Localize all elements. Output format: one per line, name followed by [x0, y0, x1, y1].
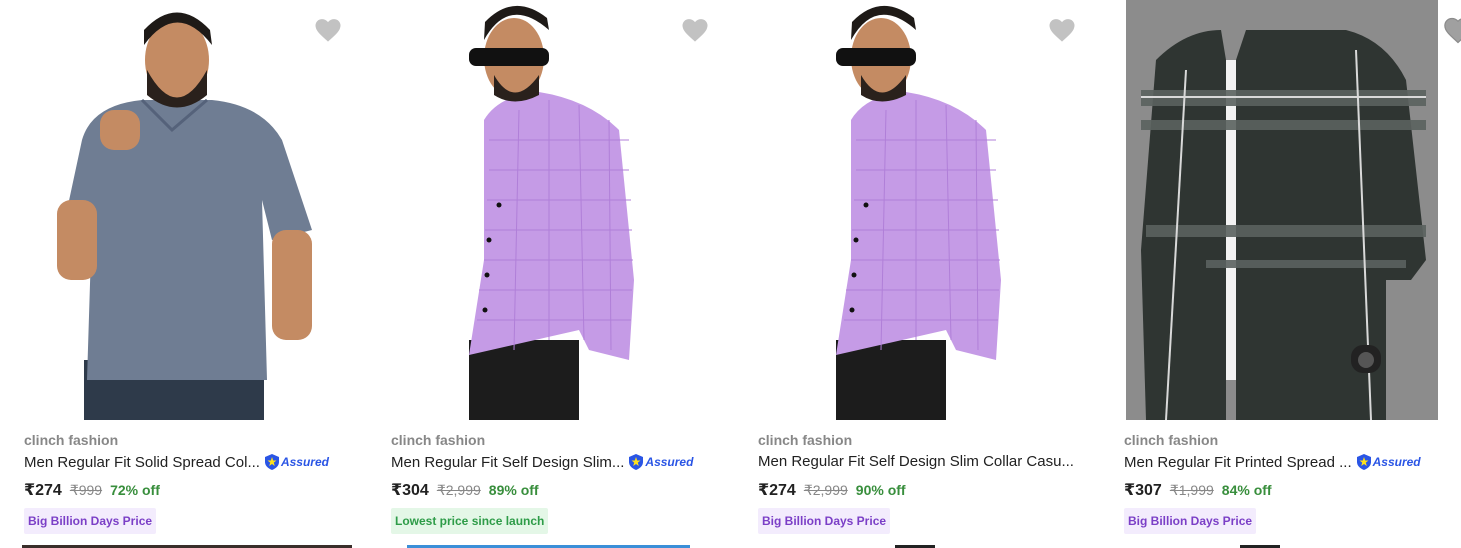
product-title[interactable]: Men Regular Fit Self Design Slim Collar …	[758, 453, 1074, 470]
price-row: ₹307 ₹1,999 84% off	[1124, 480, 1272, 500]
price-row: ₹304 ₹2,999 89% off	[391, 480, 539, 500]
product-card[interactable]: clinch fashion Men Regular Fit Self Desi…	[389, 0, 734, 548]
heart-icon[interactable]	[1443, 16, 1461, 44]
selling-price: ₹274	[758, 482, 796, 499]
product-title-text: Men Regular Fit Self Design Slim Collar …	[758, 453, 1074, 470]
assured-label: Assured	[280, 455, 329, 469]
price-row: ₹274 ₹999 72% off	[24, 480, 160, 500]
product-brand: clinch fashion	[1124, 432, 1219, 448]
discount-label: 90% off	[855, 482, 906, 498]
offer-badge: Lowest price since launch	[391, 508, 549, 534]
product-image[interactable]	[756, 0, 1101, 420]
offer-badge: Big Billion Days Price	[758, 508, 891, 534]
product-title-text: Men Regular Fit Solid Spread Col...	[24, 453, 260, 471]
selling-price: ₹274	[24, 482, 62, 499]
assured-badge: Assured	[628, 453, 693, 471]
offer-badge: Big Billion Days Price	[24, 508, 157, 534]
product-title-text: Men Regular Fit Printed Spread ...	[1124, 453, 1352, 471]
offer-badge: Big Billion Days Price	[1124, 508, 1257, 534]
discount-label: 89% off	[488, 482, 539, 498]
product-image[interactable]	[389, 0, 734, 420]
product-card[interactable]: clinch fashion Men Regular Fit Solid Spr…	[22, 0, 367, 548]
assured-badge: Assured	[1356, 453, 1421, 471]
heart-icon[interactable]	[313, 16, 343, 44]
product-brand: clinch fashion	[758, 432, 853, 448]
heart-icon[interactable]	[1047, 16, 1077, 44]
product-title[interactable]: Men Regular Fit Self Design Slim... Assu…	[391, 453, 693, 471]
product-title[interactable]: Men Regular Fit Solid Spread Col... Assu…	[24, 453, 329, 471]
price-row: ₹274 ₹2,999 90% off	[758, 480, 906, 500]
heart-icon[interactable]	[680, 16, 710, 44]
selling-price: ₹304	[391, 482, 429, 499]
selling-price: ₹307	[1124, 482, 1162, 499]
product-image[interactable]	[1126, 0, 1438, 420]
product-title-text: Men Regular Fit Self Design Slim...	[391, 453, 625, 471]
assured-label: Assured	[645, 455, 694, 469]
product-card[interactable]: clinch fashion Men Regular Fit Self Desi…	[756, 0, 1101, 548]
product-title[interactable]: Men Regular Fit Printed Spread ... Assur…	[1124, 453, 1421, 471]
product-card[interactable]: clinch fashion Men Regular Fit Printed S…	[1122, 0, 1461, 548]
assured-label: Assured	[1372, 455, 1421, 469]
original-price: ₹2,999	[436, 482, 481, 498]
original-price: ₹2,999	[803, 482, 848, 498]
assured-badge: Assured	[264, 453, 329, 471]
shield-icon	[629, 454, 644, 470]
product-brand: clinch fashion	[24, 432, 119, 448]
product-brand: clinch fashion	[391, 432, 486, 448]
shield-icon	[1356, 454, 1371, 470]
shield-icon	[264, 454, 279, 470]
product-image[interactable]	[22, 0, 367, 420]
original-price: ₹1,999	[1169, 482, 1214, 498]
discount-label: 84% off	[1221, 482, 1272, 498]
original-price: ₹999	[69, 482, 103, 498]
discount-label: 72% off	[110, 482, 160, 498]
